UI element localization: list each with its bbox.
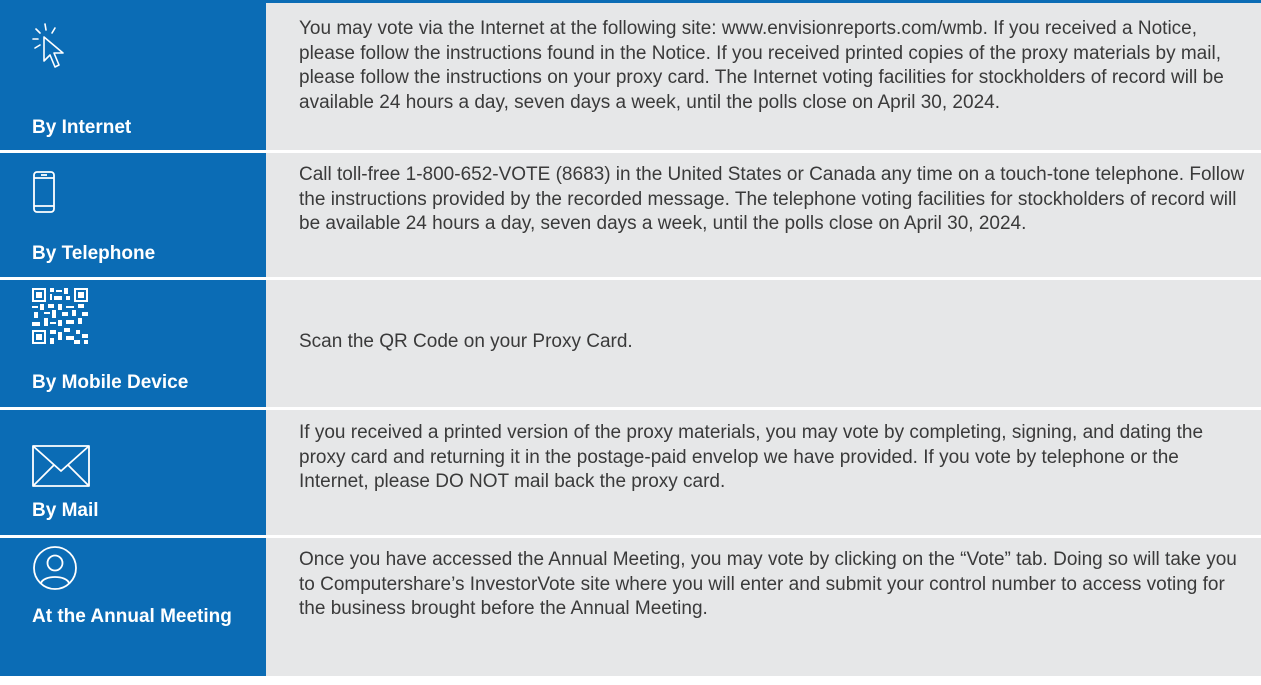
voting-row-mobile-device: By Mobile Device Scan the QR Code on you… (0, 280, 1261, 410)
label-cell: By Telephone (0, 153, 266, 277)
qr-code-icon (32, 288, 88, 344)
row-description: You may vote via the Internet at the fol… (299, 18, 1224, 113)
label-cell: At the Annual Meeting (0, 538, 266, 676)
cursor-click-icon (32, 23, 72, 71)
label-cell: By Mail (0, 410, 266, 535)
row-description: Scan the QR Code on your Proxy Card. (299, 331, 633, 352)
voting-row-internet: By Internet You may vote via the Interne… (0, 0, 1261, 153)
row-label: By Mobile Device (32, 372, 189, 393)
text-cell: If you received a printed version of the… (266, 410, 1261, 535)
mobile-phone-icon (32, 170, 56, 214)
text-cell: Scan the QR Code on your Proxy Card. (266, 280, 1261, 407)
envelope-icon (32, 445, 90, 487)
row-description: If you received a printed version of the… (299, 422, 1204, 492)
text-cell: Once you have accessed the Annual Meetin… (266, 538, 1261, 676)
row-label: By Internet (32, 117, 132, 138)
voting-methods-table: By Internet You may vote via the Interne… (0, 0, 1261, 676)
text-cell: Call toll-free 1-800-652-VOTE (8683) in … (266, 153, 1261, 277)
voting-row-telephone: By Telephone Call toll-free 1-800-652-VO… (0, 153, 1261, 280)
user-circle-icon (32, 545, 78, 591)
text-cell: You may vote via the Internet at the fol… (266, 3, 1261, 150)
row-label: By Telephone (32, 243, 156, 264)
label-cell: By Mobile Device (0, 280, 266, 407)
row-description: Call toll-free 1-800-652-VOTE (8683) in … (299, 164, 1245, 234)
row-label: At the Annual Meeting (32, 606, 232, 627)
row-description: Once you have accessed the Annual Meetin… (299, 549, 1237, 619)
voting-row-mail: By Mail If you received a printed versio… (0, 410, 1261, 538)
label-cell: By Internet (0, 3, 266, 150)
voting-row-annual-meeting: At the Annual Meeting Once you have acce… (0, 538, 1261, 676)
row-label: By Mail (32, 500, 99, 521)
